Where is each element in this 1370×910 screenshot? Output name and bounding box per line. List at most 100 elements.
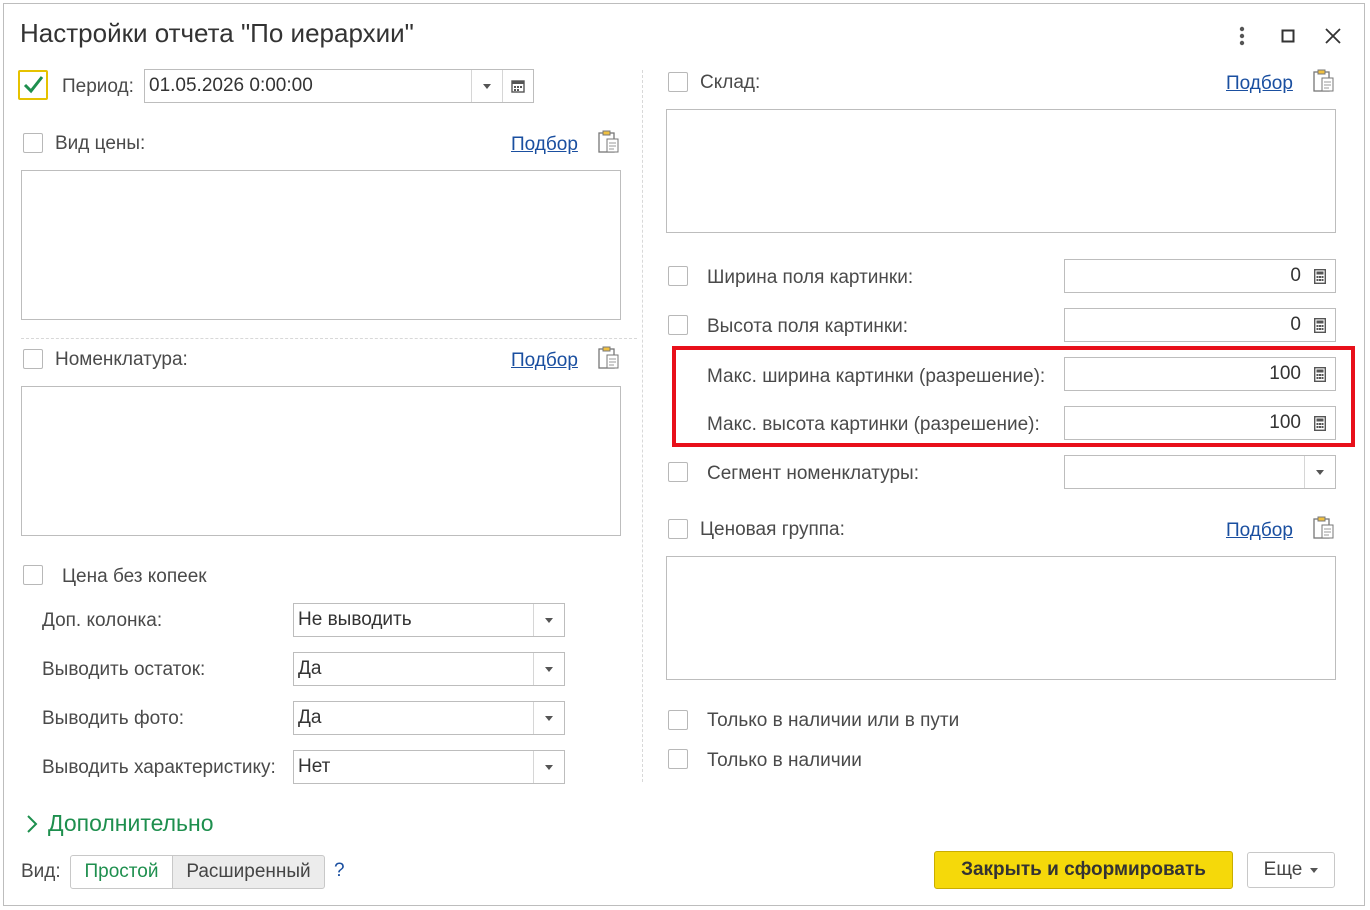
nomenclature-label: Номенклатура: xyxy=(55,349,188,370)
calculator-button[interactable] xyxy=(1305,309,1335,341)
segment-dropdown-button[interactable] xyxy=(1304,456,1335,488)
close-button[interactable] xyxy=(1320,22,1346,50)
maximize-icon xyxy=(1281,29,1295,43)
price-type-list[interactable] xyxy=(21,170,621,320)
close-and-generate-button[interactable]: Закрыть и сформировать xyxy=(934,851,1233,889)
max-height-value[interactable]: 100 xyxy=(1065,407,1305,439)
nomenclature-list[interactable] xyxy=(21,386,621,536)
show-photo-label: Выводить фото: xyxy=(42,708,185,729)
show-characteristic-label: Выводить характеристику: xyxy=(42,757,276,778)
period-label: Период: xyxy=(62,76,134,97)
more-menu-button[interactable] xyxy=(1229,22,1255,50)
price-group-list[interactable] xyxy=(666,556,1336,680)
in-stock-or-transit-label: Только в наличии или в пути xyxy=(707,710,960,731)
extra-column-label: Доп. колонка: xyxy=(42,610,163,631)
chevron-down-icon xyxy=(545,617,553,623)
show-stock-value[interactable]: Да xyxy=(294,653,533,685)
period-dropdown-button[interactable] xyxy=(471,70,502,102)
column-divider xyxy=(642,70,643,782)
clipboard-icon xyxy=(1313,69,1334,92)
price-type-pick-link[interactable]: Подбор xyxy=(511,134,578,156)
no-kopecks-checkbox[interactable] xyxy=(23,565,43,585)
calculator-icon xyxy=(1314,317,1326,333)
additional-label: Дополнительно xyxy=(48,810,214,836)
help-link[interactable]: ? xyxy=(334,860,345,882)
segment-checkbox[interactable] xyxy=(668,462,688,482)
calendar-icon xyxy=(511,80,525,93)
nomenclature-checkbox[interactable] xyxy=(23,349,43,369)
price-group-checkbox[interactable] xyxy=(668,519,688,539)
image-height-checkbox[interactable] xyxy=(668,315,688,335)
show-characteristic-select[interactable]: Нет xyxy=(293,750,565,784)
in-stock-or-transit-checkbox[interactable] xyxy=(668,710,688,730)
show-photo-value[interactable]: Да xyxy=(294,702,533,734)
price-group-pick-link[interactable]: Подбор xyxy=(1226,520,1293,542)
price-type-label: Вид цены: xyxy=(55,133,146,154)
image-width-field[interactable]: 0 xyxy=(1064,259,1336,293)
max-width-field[interactable]: 100 xyxy=(1064,357,1336,391)
calendar-button[interactable] xyxy=(502,70,533,102)
show-photo-select[interactable]: Да xyxy=(293,701,565,735)
image-height-value[interactable]: 0 xyxy=(1065,309,1305,341)
extra-column-value[interactable]: Не выводить xyxy=(294,604,533,636)
calculator-button[interactable] xyxy=(1305,407,1335,439)
chevron-down-icon xyxy=(1316,469,1324,475)
show-stock-select[interactable]: Да xyxy=(293,652,565,686)
max-height-field[interactable]: 100 xyxy=(1064,406,1336,440)
warehouse-label: Склад: xyxy=(700,72,761,93)
show-stock-dropdown-button[interactable] xyxy=(533,653,564,685)
show-characteristic-dropdown-button[interactable] xyxy=(533,751,564,783)
price-group-label: Ценовая группа: xyxy=(700,519,845,540)
chevron-down-icon xyxy=(545,764,553,770)
image-height-label: Высота поля картинки: xyxy=(707,316,909,337)
chevron-down-icon xyxy=(1310,867,1319,873)
extra-column-select[interactable]: Не выводить xyxy=(293,603,565,637)
no-kopecks-label: Цена без копеек xyxy=(62,566,207,587)
view-simple-button[interactable]: Простой xyxy=(70,855,173,889)
close-icon xyxy=(1325,28,1341,44)
view-extended-button[interactable]: Расширенный xyxy=(172,855,325,889)
segment-label: Сегмент номенклатуры: xyxy=(707,463,919,484)
paste-clipboard-button[interactable] xyxy=(598,346,620,370)
nomenclature-pick-link[interactable]: Подбор xyxy=(511,350,578,372)
calculator-button[interactable] xyxy=(1305,358,1335,390)
clipboard-icon xyxy=(598,346,619,369)
clipboard-icon xyxy=(1313,516,1334,539)
extra-column-dropdown-button[interactable] xyxy=(533,604,564,636)
calculator-button[interactable] xyxy=(1305,260,1335,292)
image-height-field[interactable]: 0 xyxy=(1064,308,1336,342)
more-button[interactable]: Еще xyxy=(1247,852,1335,888)
period-field[interactable]: 01.05.2026 0:00:00 xyxy=(144,69,534,103)
view-label: Вид: xyxy=(21,861,61,882)
in-stock-checkbox[interactable] xyxy=(668,749,688,769)
warehouse-list[interactable] xyxy=(666,109,1336,233)
max-width-value[interactable]: 100 xyxy=(1065,358,1305,390)
chevron-down-icon xyxy=(545,666,553,672)
paste-clipboard-button[interactable] xyxy=(598,130,620,154)
warehouse-checkbox[interactable] xyxy=(668,72,688,92)
show-characteristic-value[interactable]: Нет xyxy=(294,751,533,783)
warehouse-pick-link[interactable]: Подбор xyxy=(1226,73,1293,95)
paste-clipboard-button[interactable] xyxy=(1313,516,1335,540)
dialog-title: Настройки отчета "По иерархии" xyxy=(20,18,414,48)
maximize-button[interactable] xyxy=(1275,22,1301,50)
chevron-down-icon xyxy=(545,715,553,721)
in-stock-label: Только в наличии xyxy=(707,750,862,771)
show-photo-dropdown-button[interactable] xyxy=(533,702,564,734)
period-value[interactable]: 01.05.2026 0:00:00 xyxy=(145,70,471,102)
segment-value[interactable] xyxy=(1065,456,1304,488)
calculator-icon xyxy=(1314,366,1326,382)
price-type-checkbox[interactable] xyxy=(23,133,43,153)
calculator-icon xyxy=(1314,415,1326,431)
image-width-value[interactable]: 0 xyxy=(1065,260,1305,292)
segment-select[interactable] xyxy=(1064,455,1336,489)
additional-section-toggle[interactable]: Дополнительно xyxy=(26,810,214,837)
image-width-checkbox[interactable] xyxy=(668,266,688,286)
calculator-icon xyxy=(1314,268,1326,284)
chevron-down-icon xyxy=(483,83,491,89)
max-width-label: Макс. ширина картинки (разрешение): xyxy=(707,366,1046,387)
period-checkbox[interactable] xyxy=(18,70,48,100)
paste-clipboard-button[interactable] xyxy=(1313,69,1335,93)
clipboard-icon xyxy=(598,130,619,153)
divider xyxy=(21,338,637,339)
